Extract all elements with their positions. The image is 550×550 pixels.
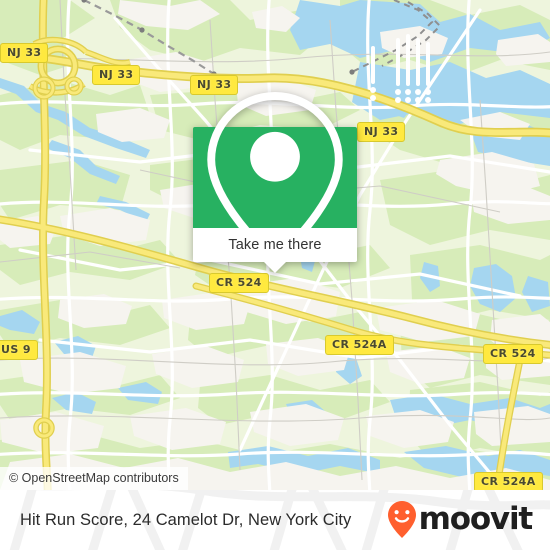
moovit-wordmark: moovit: [418, 501, 534, 537]
map-attribution[interactable]: © OpenStreetMap contributors: [0, 467, 188, 490]
map-pin-icon: [207, 91, 343, 264]
popup-pointer-tail: [264, 262, 286, 273]
map-canvas[interactable]: NJ 33 NJ 33 NJ 33 NJ 33 CR 524 CR 524A C…: [0, 0, 550, 490]
moovit-location-card: NJ 33 NJ 33 NJ 33 NJ 33 CR 524 CR 524A C…: [0, 0, 550, 550]
location-address-label: Hit Run Score, 24 Camelot Dr, New York C…: [20, 510, 352, 529]
destination-popup-card[interactable]: Take me there: [193, 91, 357, 273]
road-shield: CR 524: [483, 344, 543, 364]
road-shield: NJ 33: [0, 43, 49, 63]
moovit-smiley-pin-icon: [387, 501, 416, 538]
road-shield: NJ 33: [357, 122, 406, 142]
road-shield: US 9: [0, 340, 38, 360]
road-shield: CR 524A: [474, 472, 543, 490]
popup-header: [193, 91, 357, 264]
road-shield: NJ 33: [92, 65, 141, 85]
footer-bar: Hit Run Score, 24 Camelot Dr, New York C…: [0, 490, 550, 550]
take-me-there-label: Take me there: [228, 237, 322, 253]
moovit-brand[interactable]: moovit: [387, 500, 534, 540]
